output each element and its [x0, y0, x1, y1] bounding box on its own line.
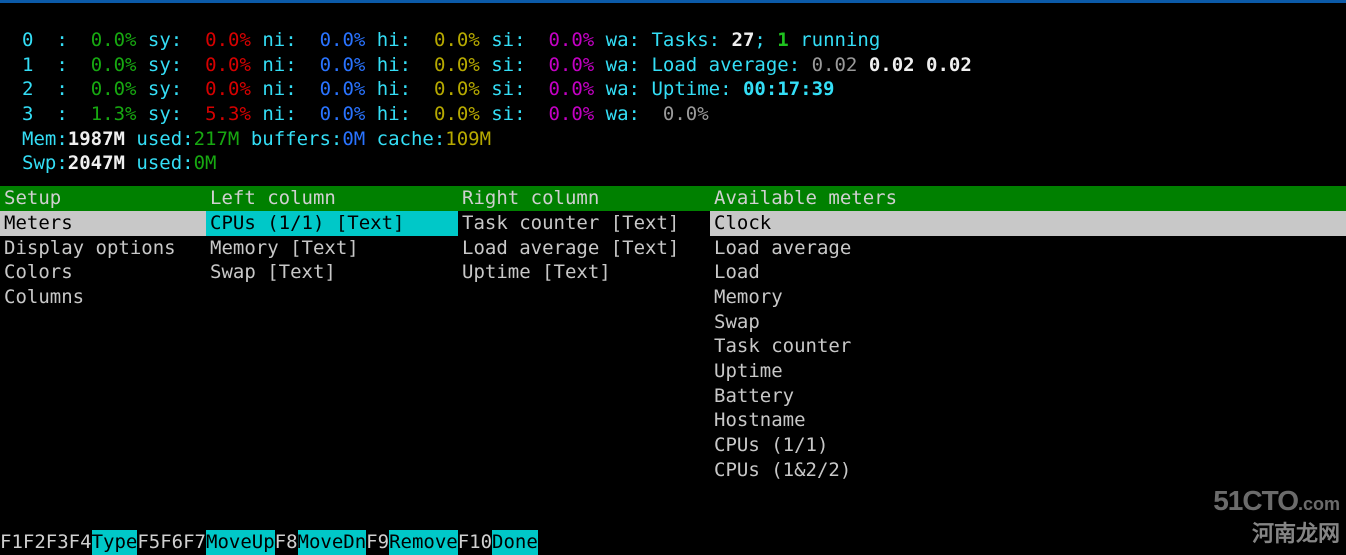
swp-total: 2047M: [68, 152, 125, 174]
load-2: 0.02: [869, 54, 915, 76]
available-meter-item[interactable]: Memory: [710, 285, 1346, 310]
cpu0-ni: 0.0%: [320, 29, 366, 51]
fkey-f3: F3: [46, 530, 69, 555]
cpu0-us: 0.0%: [91, 29, 137, 51]
left-column-item[interactable]: CPUs (1/1) [Text]: [206, 211, 458, 236]
cpu1-hi: 0.0%: [434, 54, 480, 76]
panel-left-column: Left column CPUs (1/1) [Text]Memory [Tex…: [206, 186, 458, 285]
cpu3-us: 1.3%: [91, 103, 137, 125]
panel-avail-header: Available meters: [710, 186, 1346, 211]
watermark-51cto: 51CTO.com: [1213, 483, 1340, 519]
swp-used: 0M: [194, 152, 217, 174]
available-meter-item[interactable]: Uptime: [710, 359, 1346, 384]
mem-buffers: 0M: [342, 128, 365, 150]
window-top-border: [0, 0, 1346, 3]
cpu3-si: 0.0%: [548, 103, 594, 125]
mem-total: 1987M: [68, 128, 125, 150]
fkey-f5: F5: [137, 530, 160, 555]
setup-item[interactable]: Display options: [0, 236, 206, 261]
panel-right-column: Right column Task counter [Text]Load ave…: [458, 186, 710, 285]
available-meter-item[interactable]: Hostname: [710, 408, 1346, 433]
cpu2-hi: 0.0%: [434, 78, 480, 100]
fkey-f9: F9: [366, 530, 389, 555]
right-column-item[interactable]: Uptime [Text]: [458, 260, 710, 285]
cpu0-sy: 0.0%: [205, 29, 251, 51]
right-column-item[interactable]: Load average [Text]: [458, 236, 710, 261]
mem-cache: 109M: [445, 128, 491, 150]
cpu1-si: 0.0%: [548, 54, 594, 76]
uptime-label: Uptime:: [651, 78, 743, 100]
mem-label: Mem:: [22, 128, 68, 150]
setup-panels: Setup MetersDisplay optionsColorsColumns…: [0, 186, 1346, 482]
tasks-running: 1: [777, 29, 788, 51]
cpu2-si: 0.0%: [548, 78, 594, 100]
fkey-f2: F2: [23, 530, 46, 555]
panel-left-header: Left column: [206, 186, 458, 211]
header-stats: 0 : 0.0% sy: 0.0% ni: 0.0% hi: 0.0% si: …: [0, 0, 1346, 176]
cpu1-id: 1: [22, 54, 33, 76]
fkey-f8: F8: [275, 530, 298, 555]
fkey-f4-action[interactable]: Type: [92, 530, 138, 555]
cpu1-us: 0.0%: [91, 54, 137, 76]
available-meter-item[interactable]: Load average: [710, 236, 1346, 261]
cpu3-id: 3: [22, 103, 33, 125]
fkey-f10-action[interactable]: Done: [492, 530, 538, 555]
panel-setup: Setup MetersDisplay optionsColorsColumns: [0, 186, 206, 309]
cpu2-sy: 0.0%: [205, 78, 251, 100]
setup-item[interactable]: Colors: [0, 260, 206, 285]
left-column-item[interactable]: Swap [Text]: [206, 260, 458, 285]
cpu3-hi: 0.0%: [434, 103, 480, 125]
available-meter-item[interactable]: CPUs (1/1): [710, 433, 1346, 458]
footer-function-keys: F1 F2 F3 F4Type F5 F6 F7MoveUpF8MoveDnF9…: [0, 530, 1346, 555]
load-3: 0.02: [926, 54, 972, 76]
available-meter-item[interactable]: Battery: [710, 384, 1346, 409]
setup-item[interactable]: Columns: [0, 285, 206, 310]
cpu1-sy: 0.0%: [205, 54, 251, 76]
fkey-f10: F10: [458, 530, 492, 555]
cpu2-us: 0.0%: [91, 78, 137, 100]
left-column-item[interactable]: Memory [Text]: [206, 236, 458, 261]
cpu0-si: 0.0%: [548, 29, 594, 51]
cpu0-hi: 0.0%: [434, 29, 480, 51]
cpu2-id: 2: [22, 78, 33, 100]
fkey-f7: F7: [183, 530, 206, 555]
panel-setup-header: Setup: [0, 186, 206, 211]
fkey-f9-action[interactable]: Remove: [389, 530, 458, 555]
right-column-item[interactable]: Task counter [Text]: [458, 211, 710, 236]
available-meter-item[interactable]: Swap: [710, 310, 1346, 335]
tasks-label: Tasks:: [651, 29, 731, 51]
uptime-value: 00:17:39: [743, 78, 835, 100]
cpu0-id: 0: [22, 29, 33, 51]
fkey-f1: F1: [0, 530, 23, 555]
cpu3-wa: 0.0%: [663, 103, 709, 125]
tasks-total: 27: [732, 29, 755, 51]
swp-label: Swp:: [22, 152, 68, 174]
panel-right-header: Right column: [458, 186, 710, 211]
load-label: Load average:: [651, 54, 811, 76]
fkey-f6: F6: [160, 530, 183, 555]
cpu3-sy: 5.3%: [205, 103, 251, 125]
mem-used: 217M: [194, 128, 240, 150]
cpu2-ni: 0.0%: [320, 78, 366, 100]
fkey-f4: F4: [69, 530, 92, 555]
available-meter-item[interactable]: CPUs (1&2/2): [710, 458, 1346, 483]
fkey-f8-action[interactable]: MoveDn: [298, 530, 367, 555]
available-meter-item[interactable]: Load: [710, 260, 1346, 285]
watermark-site: 河南龙网: [1252, 520, 1340, 549]
setup-item[interactable]: Meters: [0, 211, 206, 236]
available-meter-item[interactable]: Clock: [710, 211, 1346, 236]
cpu1-ni: 0.0%: [320, 54, 366, 76]
fkey-f7-action[interactable]: MoveUp: [206, 530, 275, 555]
load-1: 0.02: [812, 54, 858, 76]
available-meter-item[interactable]: Task counter: [710, 334, 1346, 359]
panel-available-meters: Available meters ClockLoad averageLoadMe…: [710, 186, 1346, 482]
cpu3-ni: 0.0%: [320, 103, 366, 125]
